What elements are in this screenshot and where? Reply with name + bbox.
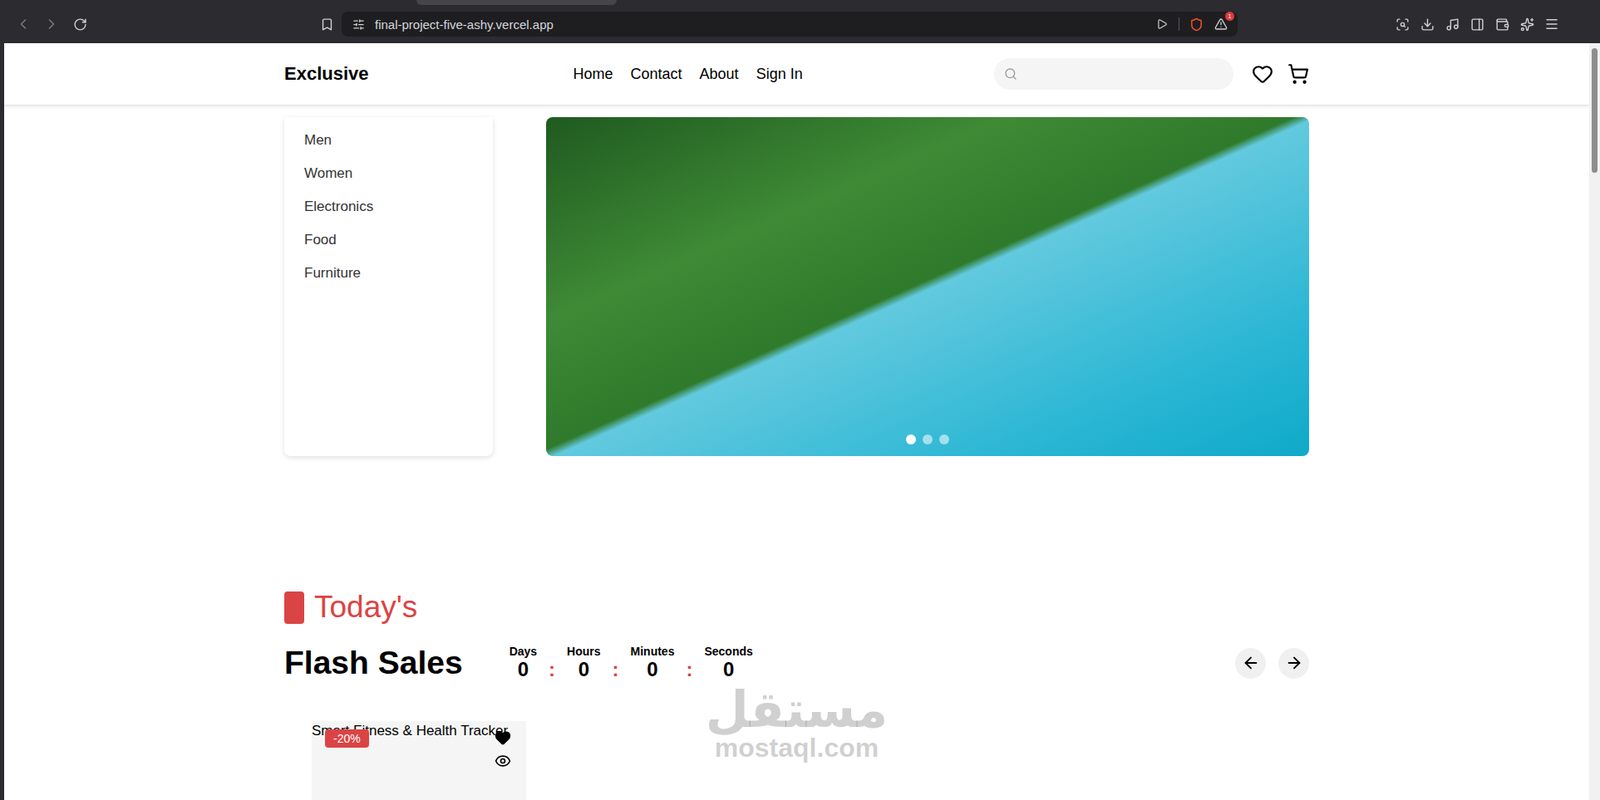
scrollbar-thumb[interactable] [1591, 48, 1598, 173]
timer-unit: Days0 [509, 644, 537, 682]
toolbar-actions [1393, 15, 1561, 33]
forward-icon[interactable] [43, 15, 60, 33]
category-item[interactable]: Electronics [304, 190, 473, 224]
prev-button[interactable] [1235, 648, 1266, 680]
back-icon[interactable] [14, 15, 32, 33]
product-list: Smart Fitness & Health Tracker-20% [284, 721, 1310, 800]
separator [1178, 17, 1180, 31]
download-icon[interactable] [1418, 15, 1436, 33]
countdown-timer: Days0: Hours0: Minutes0: Seconds0 [509, 644, 754, 682]
search-icon [1004, 67, 1018, 81]
hero-row: MenWomenElectronicsFoodFurniture [284, 117, 1310, 457]
product-card[interactable]: Smart Fitness & Health Tracker-20% [311, 721, 527, 800]
share-icon[interactable] [1153, 15, 1171, 33]
web-page: Exclusive Home Contact About Sign In MenWomen… [4, 43, 1590, 800]
category-item[interactable]: Furniture [304, 256, 473, 291]
wishlist-icon[interactable] [1251, 63, 1274, 85]
slider-dot[interactable] [939, 434, 950, 445]
nav-link[interactable]: Home [573, 65, 614, 84]
watermark: مستقلmostaql.com [705, 684, 888, 762]
arrow-right-icon [1284, 654, 1304, 673]
reload-icon[interactable] [71, 15, 89, 33]
timer-separator: : [685, 658, 693, 682]
section-label: Today's [314, 590, 418, 626]
timer-separator: : [612, 658, 620, 682]
logo[interactable]: Exclusive [284, 63, 370, 85]
section-title: Flash Sales [284, 644, 463, 682]
bookmark-icon[interactable] [318, 15, 335, 33]
search-field[interactable] [994, 58, 1234, 90]
brave-shield-icon[interactable] [1187, 15, 1205, 33]
timer-unit: Hours0 [566, 644, 601, 682]
page-row: Exclusive Home Contact About Sign In MenWomen… [0, 43, 1600, 800]
slider-dot[interactable] [922, 434, 933, 445]
timer-unit: Seconds0 [704, 644, 753, 682]
sidebar-icon[interactable] [1468, 15, 1486, 33]
slider-dots [905, 434, 950, 445]
nav-link[interactable]: About [699, 65, 739, 84]
page-search-icon[interactable] [1393, 15, 1411, 33]
url-text[interactable]: final-project-five-ashy.vercel.app [374, 17, 1146, 32]
section-marker [284, 591, 305, 625]
address-bar[interactable]: final-project-five-ashy.vercel.app 1 [341, 11, 1238, 37]
nav-link[interactable]: Sign In [756, 65, 803, 84]
category-item[interactable]: Women [304, 157, 473, 191]
ai-icon[interactable] [1518, 15, 1536, 33]
browser-window: final-project-five-ashy.vercel.app 1 Exclu… [0, 0, 1600, 800]
tab-strip [0, 0, 1600, 5]
main-nav: Home Contact About Sign In [573, 65, 803, 84]
scrollbar[interactable] [1589, 43, 1600, 800]
nav-link[interactable]: Contact [630, 65, 683, 84]
menu-icon[interactable] [1543, 15, 1561, 33]
next-button[interactable] [1278, 648, 1310, 680]
notification-badge: 1 [1225, 11, 1235, 21]
browser-tab[interactable] [416, 0, 617, 5]
rewards-icon[interactable]: 1 [1212, 15, 1230, 33]
site-header: Exclusive Home Contact About Sign In [4, 43, 1590, 106]
timer-unit: Minutes0 [630, 644, 675, 682]
arrow-left-icon [1241, 654, 1261, 673]
discount-badge: -20% [324, 729, 370, 749]
slider-dot[interactable] [905, 434, 916, 445]
heart-icon[interactable] [494, 729, 512, 747]
nav-buttons [14, 15, 319, 33]
flash-sales-section: Today's Flash Sales Days0: Hours0: Minutes0:… [284, 590, 1310, 800]
hero-slider[interactable] [546, 117, 1310, 457]
timer-separator: : [548, 658, 556, 682]
music-icon[interactable] [1443, 15, 1461, 33]
site-settings-icon[interactable] [349, 15, 367, 33]
wallet-icon[interactable] [1493, 15, 1511, 33]
browser-toolbar: final-project-five-ashy.vercel.app 1 [0, 4, 1600, 44]
category-item[interactable]: Men [304, 123, 473, 158]
cart-icon[interactable] [1287, 63, 1310, 85]
eye-icon[interactable] [494, 753, 512, 770]
category-item[interactable]: Food [304, 223, 473, 257]
category-sidebar: MenWomenElectronicsFoodFurniture [284, 117, 493, 457]
carousel-arrows [1235, 648, 1310, 680]
